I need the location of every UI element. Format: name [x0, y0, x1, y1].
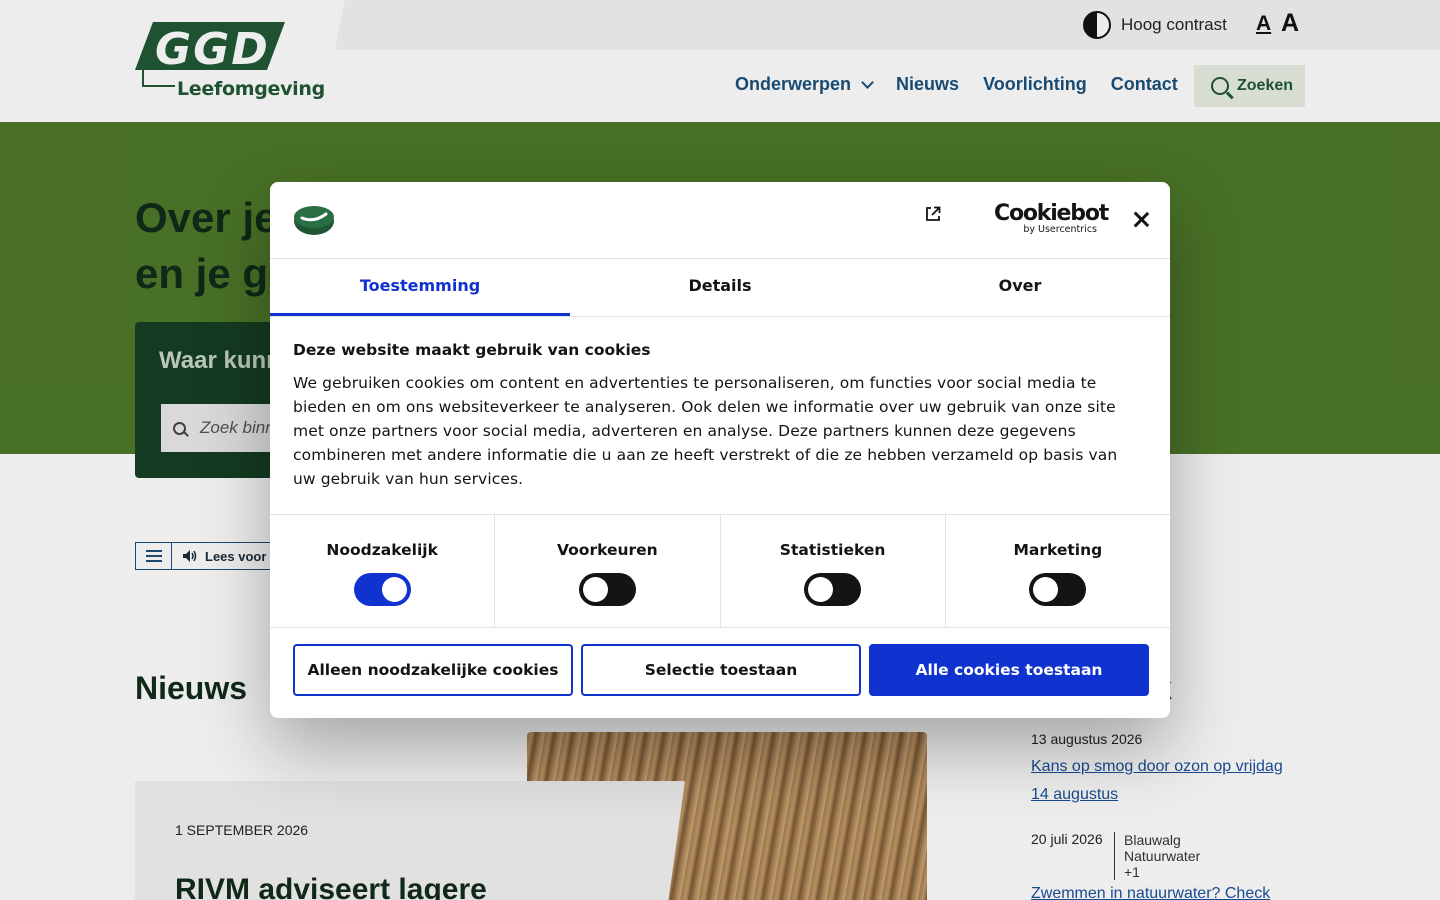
dialog-buttons: Alleen noodzakelijke cookies Selectie to… [293, 644, 1149, 696]
category-noodzakelijk: Noodzakelijk [270, 515, 496, 627]
dialog-text: We gebruiken cookies om content en adver… [293, 374, 1118, 488]
category-label: Voorkeuren [557, 541, 658, 559]
allow-necessary-button[interactable]: Alleen noodzakelijke cookies [293, 644, 573, 696]
dialog-body: Deze website maakt gebruik van cookies W… [293, 341, 1143, 491]
category-label: Statistieken [779, 541, 886, 559]
category-statistieken: Statistieken [721, 515, 946, 627]
toggle-knob [808, 577, 834, 602]
toggle-voorkeuren[interactable] [578, 573, 636, 606]
tab-details[interactable]: Details [570, 259, 870, 316]
dialog-title: Deze website maakt gebruik van cookies [293, 341, 651, 359]
close-icon[interactable] [1130, 209, 1152, 231]
tab-over[interactable]: Over [870, 259, 1170, 316]
category-voorkeuren: Voorkeuren [495, 515, 721, 627]
category-marketing: Marketing [946, 515, 1170, 627]
toggle-knob [582, 577, 608, 602]
toggle-knob [1033, 577, 1059, 602]
tab-toestemming[interactable]: Toestemming [270, 259, 570, 316]
dialog-tabs: Toestemming Details Over [270, 259, 1170, 317]
allow-all-button[interactable]: Alle cookies toestaan [869, 644, 1149, 696]
cookie-consent-dialog: Cookiebot by Usercentrics Toestemming De… [270, 182, 1170, 718]
toggle-noodzakelijk[interactable] [353, 573, 411, 606]
brand-name: Cookiebot [994, 201, 1109, 226]
toggle-statistieken[interactable] [804, 573, 862, 606]
toggle-knob [381, 577, 407, 602]
cookie-logo-icon [294, 206, 334, 235]
category-label: Marketing [1013, 541, 1103, 559]
category-label: Noodzakelijk [326, 541, 438, 559]
toggle-marketing[interactable] [1029, 573, 1087, 606]
brand-subtitle: by Usercentrics [1023, 224, 1097, 235]
cookiebot-brand[interactable]: Cookiebot by Usercentrics [994, 201, 1109, 235]
allow-selection-button[interactable]: Selectie toestaan [581, 644, 861, 696]
cookie-categories: Noodzakelijk Voorkeuren Statistieken Mar… [270, 514, 1170, 628]
external-link-icon[interactable] [925, 206, 941, 222]
dialog-header: Cookiebot by Usercentrics [270, 182, 1170, 259]
